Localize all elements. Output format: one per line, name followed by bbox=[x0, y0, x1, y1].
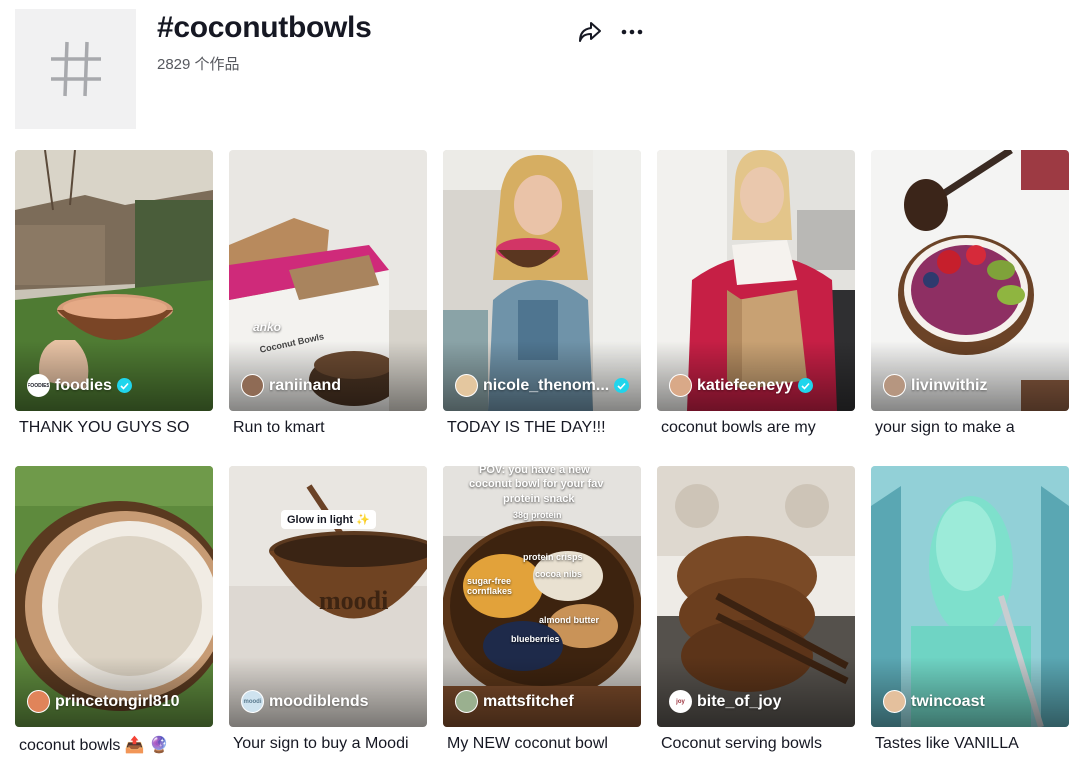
video-card[interactable]: POV: you have a new coconut bowl for you… bbox=[443, 466, 641, 753]
video-card[interactable]: princetongirl810 coconut bowls 📤 🔮 bbox=[15, 466, 213, 755]
video-caption[interactable]: your sign to make a bbox=[875, 419, 1071, 437]
video-thumbnail[interactable]: nicole_thenom... bbox=[443, 150, 641, 411]
avatar bbox=[883, 374, 906, 397]
overlay-pill-text: Glow in light ✨ bbox=[281, 510, 376, 529]
video-card[interactable]: katiefeeneyy coconut bowls are my bbox=[657, 150, 855, 437]
avatar bbox=[669, 374, 692, 397]
video-caption[interactable]: Your sign to buy a Moodi bbox=[233, 735, 429, 753]
author-username: twincoast bbox=[911, 692, 985, 710]
video-caption[interactable]: THANK YOU GUYS SO bbox=[19, 419, 215, 437]
avatar: FOODIES bbox=[27, 374, 50, 397]
avatar bbox=[27, 690, 50, 713]
avatar bbox=[455, 374, 478, 397]
label-text: cocoa nibs bbox=[535, 569, 583, 579]
video-thumbnail[interactable]: FOODIES foodies bbox=[15, 150, 213, 411]
pov-text: POV: you have a new bbox=[479, 466, 590, 476]
avatar bbox=[455, 690, 478, 713]
hashtag-header: #coconutbowls 2829 个作品 bbox=[15, 9, 1065, 129]
video-author[interactable]: nicole_thenom... bbox=[455, 374, 630, 397]
video-thumbnail[interactable]: twincoast bbox=[871, 466, 1069, 727]
video-author[interactable]: raniinand bbox=[241, 374, 341, 397]
video-author[interactable]: joy bite_of_joy bbox=[669, 690, 781, 713]
video-author[interactable]: livinwithiz bbox=[883, 374, 987, 397]
video-thumbnail[interactable]: POV: you have a new coconut bowl for you… bbox=[443, 466, 641, 727]
verified-badge-icon bbox=[798, 378, 814, 393]
video-caption[interactable]: Run to kmart bbox=[233, 419, 429, 437]
more-button[interactable] bbox=[619, 19, 645, 45]
video-card[interactable]: Glow in light ✨ moodi moodi moodiblends … bbox=[229, 466, 427, 753]
pov-text: protein snack bbox=[503, 493, 575, 505]
avatar bbox=[883, 690, 906, 713]
video-card[interactable]: anko Coconut Bowls raniinand Run to kmar… bbox=[229, 150, 427, 437]
avatar bbox=[241, 374, 264, 397]
more-icon bbox=[621, 29, 643, 35]
video-card[interactable]: joy bite_of_joy Coconut serving bowls bbox=[657, 466, 855, 753]
label-text: almond butter bbox=[539, 615, 599, 625]
video-author[interactable]: twincoast bbox=[883, 690, 985, 713]
author-username: raniinand bbox=[269, 376, 342, 394]
author-username: bite_of_joy bbox=[697, 692, 782, 710]
video-caption[interactable]: Coconut serving bowls bbox=[661, 735, 857, 753]
video-author[interactable]: princetongirl810 bbox=[27, 690, 179, 713]
label-text: sugar-free cornflakes bbox=[467, 576, 513, 596]
video-caption[interactable]: coconut bowls are my bbox=[661, 419, 857, 437]
video-count: 2829 个作品 bbox=[157, 56, 240, 73]
video-caption[interactable]: Tastes like VANILLA bbox=[875, 735, 1071, 753]
share-button[interactable] bbox=[577, 19, 603, 45]
label-text: 38g protein bbox=[513, 510, 562, 520]
bowl-engraving-text: moodi bbox=[319, 586, 389, 615]
author-username: princetongirl810 bbox=[55, 692, 180, 710]
video-card[interactable]: FOODIES foodies THANK YOU GUYS SO bbox=[15, 150, 213, 437]
video-author[interactable]: mattsfitchef bbox=[455, 690, 574, 713]
video-thumbnail[interactable]: anko Coconut Bowls raniinand bbox=[229, 150, 427, 411]
video-thumbnail[interactable]: joy bite_of_joy bbox=[657, 466, 855, 727]
verified-badge-icon bbox=[116, 378, 132, 393]
video-author[interactable]: katiefeeneyy bbox=[669, 374, 814, 397]
video-caption[interactable]: coconut bowls 📤 🔮 bbox=[19, 735, 215, 755]
share-icon bbox=[579, 22, 601, 42]
video-thumbnail[interactable]: Glow in light ✨ moodi moodi moodiblends bbox=[229, 466, 427, 727]
video-caption[interactable]: My NEW coconut bowl bbox=[447, 735, 643, 753]
box-brand-text: anko bbox=[253, 320, 282, 334]
label-text: blueberries bbox=[511, 634, 560, 644]
video-thumbnail[interactable]: princetongirl810 bbox=[15, 466, 213, 727]
verified-badge-icon bbox=[614, 378, 630, 393]
author-username: foodies bbox=[55, 376, 112, 394]
page-title: #coconutbowls bbox=[157, 11, 372, 44]
video-card[interactable]: twincoast Tastes like VANILLA bbox=[871, 466, 1069, 753]
author-username: moodiblends bbox=[269, 692, 369, 710]
author-username: katiefeeneyy bbox=[697, 376, 794, 394]
video-author[interactable]: FOODIES foodies bbox=[27, 374, 132, 397]
video-author[interactable]: moodi moodiblends bbox=[241, 690, 369, 713]
video-thumbnail[interactable]: katiefeeneyy bbox=[657, 150, 855, 411]
pov-text: coconut bowl for your fav bbox=[469, 478, 604, 490]
label-text: protein crisps bbox=[523, 552, 583, 562]
video-card[interactable]: nicole_thenom... TODAY IS THE DAY!!! bbox=[443, 150, 641, 437]
video-thumbnail[interactable]: livinwithiz bbox=[871, 150, 1069, 411]
video-card[interactable]: livinwithiz your sign to make a bbox=[871, 150, 1069, 437]
hashtag-icon bbox=[15, 9, 136, 129]
author-username: livinwithiz bbox=[911, 376, 988, 394]
avatar: moodi bbox=[241, 690, 264, 713]
avatar: joy bbox=[669, 690, 692, 713]
video-caption[interactable]: TODAY IS THE DAY!!! bbox=[447, 419, 643, 437]
author-username: mattsfitchef bbox=[483, 692, 574, 710]
author-username: nicole_thenom... bbox=[483, 376, 610, 394]
